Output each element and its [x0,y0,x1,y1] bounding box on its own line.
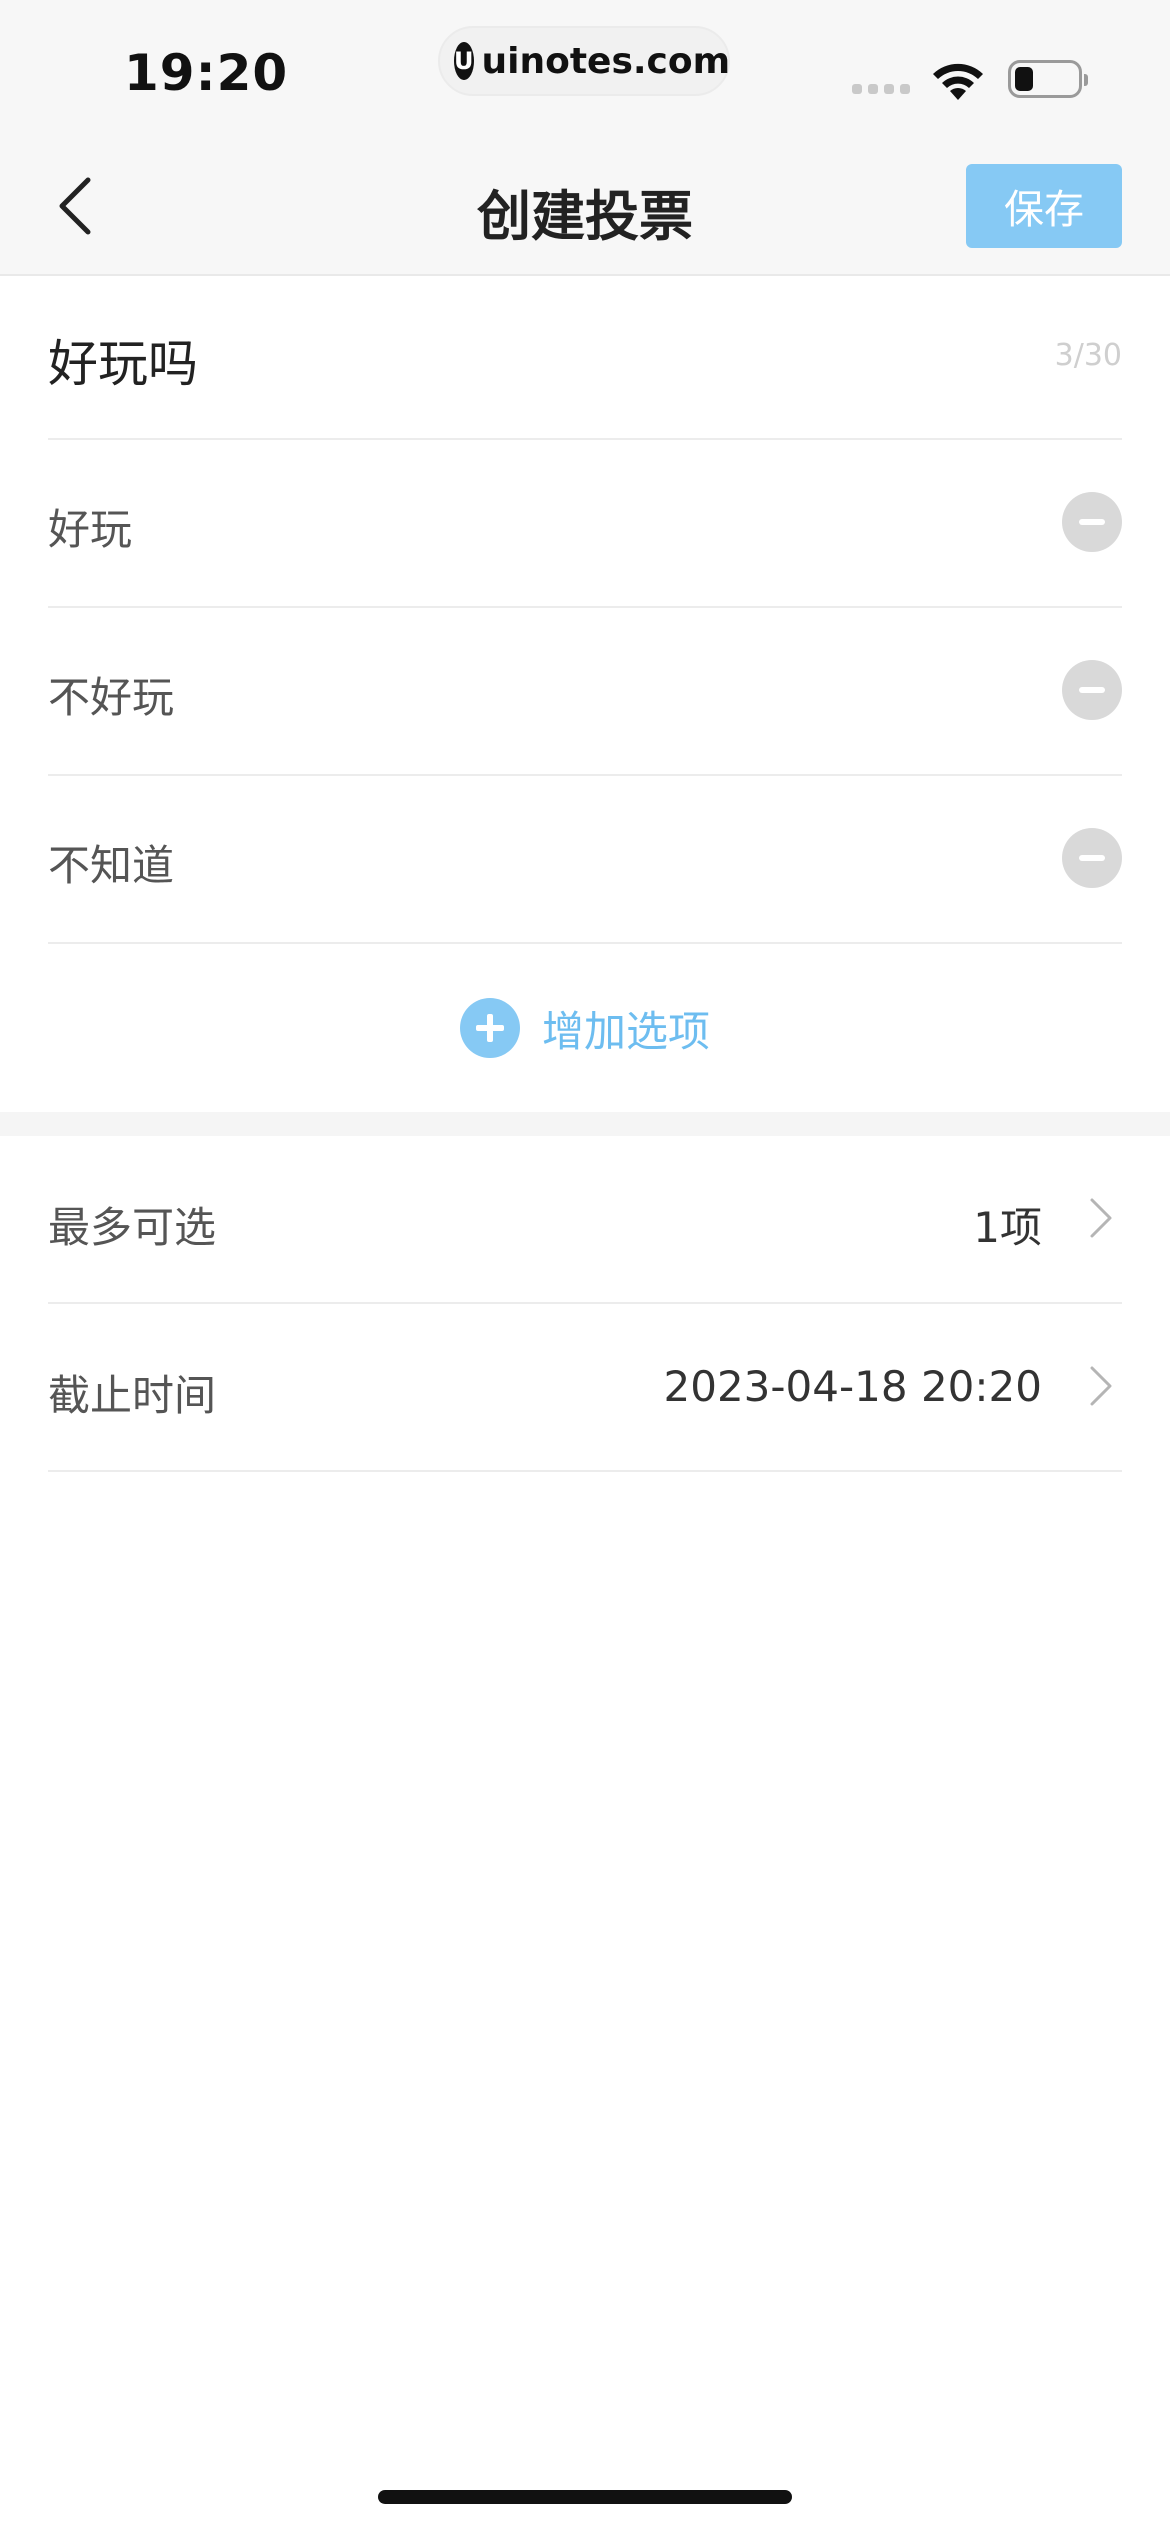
deadline-setting[interactable]: 截止时间 2023-04-18 20:20 [48,1304,1122,1472]
url-text: uinotes.com [481,40,731,82]
status-time: 19:20 [124,44,289,102]
chevron-right-icon [1090,1366,1112,1406]
home-indicator [378,2490,792,2504]
poll-option-text: 好玩 [48,505,133,554]
add-option-label: 增加选项 [541,1006,710,1056]
poll-title-text: 好玩吗 [48,335,198,393]
status-indicators [852,56,1092,102]
poll-option-row[interactable]: 好玩 [48,440,1122,608]
top-bar: 19:20 U uinotes.com 创建投票 保存 [0,0,1170,276]
remove-option-icon[interactable] [1062,660,1122,720]
remove-option-icon[interactable] [1062,828,1122,888]
poll-title-char-count: 3/30 [1054,338,1122,373]
cellular-signal-icon [852,84,910,94]
poll-option-text: 不知道 [48,841,175,890]
max-select-value: 1项 [973,1203,1042,1252]
battery-icon [1008,60,1088,98]
max-select-setting[interactable]: 最多可选 1项 [48,1136,1122,1304]
remove-option-icon[interactable] [1062,492,1122,552]
url-pill[interactable]: U uinotes.com [438,26,730,96]
section-divider [0,1112,1170,1136]
poll-title-field[interactable]: 好玩吗 3/30 [48,276,1122,440]
poll-option-row[interactable]: 不好玩 [48,608,1122,776]
wifi-icon [933,63,983,100]
add-option-button[interactable]: 增加选项 [0,944,1170,1112]
save-button[interactable]: 保存 [966,164,1122,248]
max-select-label: 最多可选 [48,1203,217,1252]
site-logo-icon: U [454,42,474,80]
poll-option-text: 不好玩 [48,673,175,722]
chevron-right-icon [1090,1198,1112,1238]
deadline-value: 2023-04-18 20:20 [663,1362,1042,1411]
plus-circle-icon [459,998,520,1058]
poll-option-row[interactable]: 不知道 [48,776,1122,944]
deadline-label: 截止时间 [48,1371,217,1420]
